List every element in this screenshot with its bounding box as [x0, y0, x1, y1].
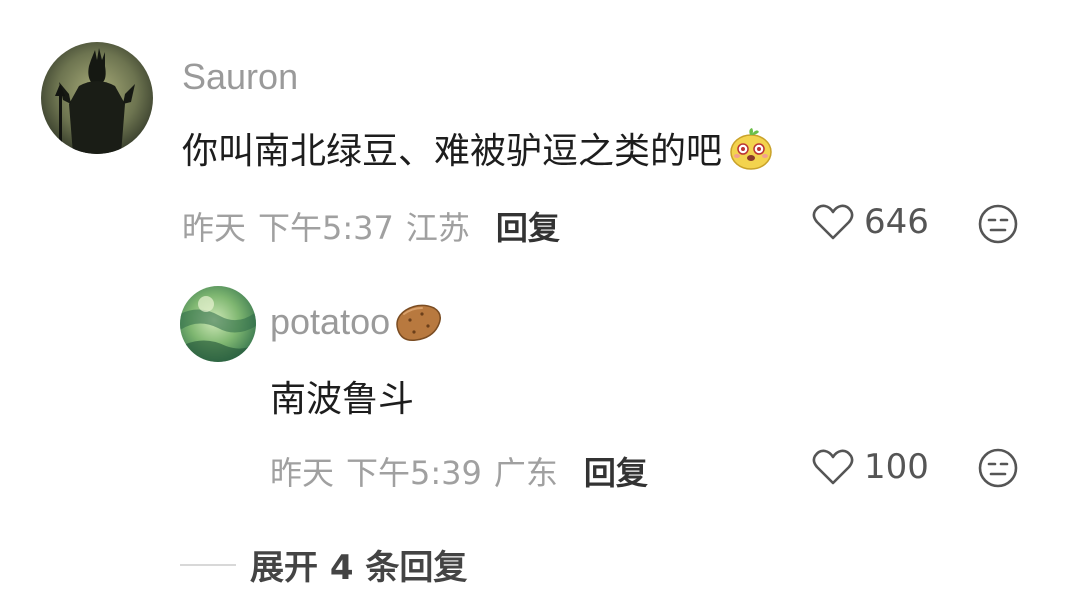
reply-item: potatoo 南波鲁斗 昨天 下午5:39 广东 回复 100	[0, 270, 1079, 510]
dislike-face-icon[interactable]	[977, 447, 1019, 489]
like-button[interactable]: 646	[812, 202, 929, 242]
reply-time: 下午5:39	[346, 454, 482, 492]
dislike-face-icon[interactable]	[977, 203, 1019, 245]
like-count: 646	[864, 202, 929, 242]
like-button[interactable]: 100	[812, 447, 929, 487]
avatar[interactable]	[41, 42, 153, 154]
expand-replies-label: 展开 4 条回复	[250, 548, 468, 588]
avatar[interactable]	[180, 286, 256, 362]
comment-username[interactable]: Sauron	[182, 56, 298, 98]
reply-meta: 昨天 下午5:39 广东 回复	[270, 448, 648, 494]
comment-time: 下午5:37	[258, 209, 394, 247]
divider-line	[180, 563, 236, 566]
reply-username-text: potatoo	[270, 301, 391, 342]
comment-item: Sauron 你叫南北绿豆、难被驴逗之类的吧 昨天 下午5:37 江苏 回复 6…	[0, 0, 1079, 270]
comment-meta: 昨天 下午5:37 江苏 回复	[182, 203, 560, 249]
reply-button[interactable]: 回复	[584, 448, 648, 494]
comment-text-content: 你叫南北绿豆、难被驴逗之类的吧	[182, 131, 723, 172]
reply-button[interactable]: 回复	[496, 203, 560, 249]
comment-text: 你叫南北绿豆、难被驴逗之类的吧	[182, 122, 774, 174]
reply-location: 广东	[493, 454, 558, 492]
face-emoji-icon	[730, 128, 772, 170]
comment-date: 昨天	[182, 209, 247, 247]
reply-date: 昨天	[270, 454, 335, 492]
like-count: 100	[864, 447, 929, 487]
comment-location: 江苏	[405, 209, 470, 247]
expand-replies-button[interactable]: 展开 4 条回复	[180, 540, 467, 589]
dark-lord-avatar-icon	[41, 42, 153, 154]
heart-icon	[812, 204, 854, 240]
potato-emoji-icon	[396, 304, 442, 342]
heart-icon	[812, 449, 854, 485]
reply-text: 南波鲁斗	[270, 379, 415, 420]
reply-username[interactable]: potatoo	[270, 300, 444, 344]
green-texture-avatar-icon	[180, 286, 256, 362]
